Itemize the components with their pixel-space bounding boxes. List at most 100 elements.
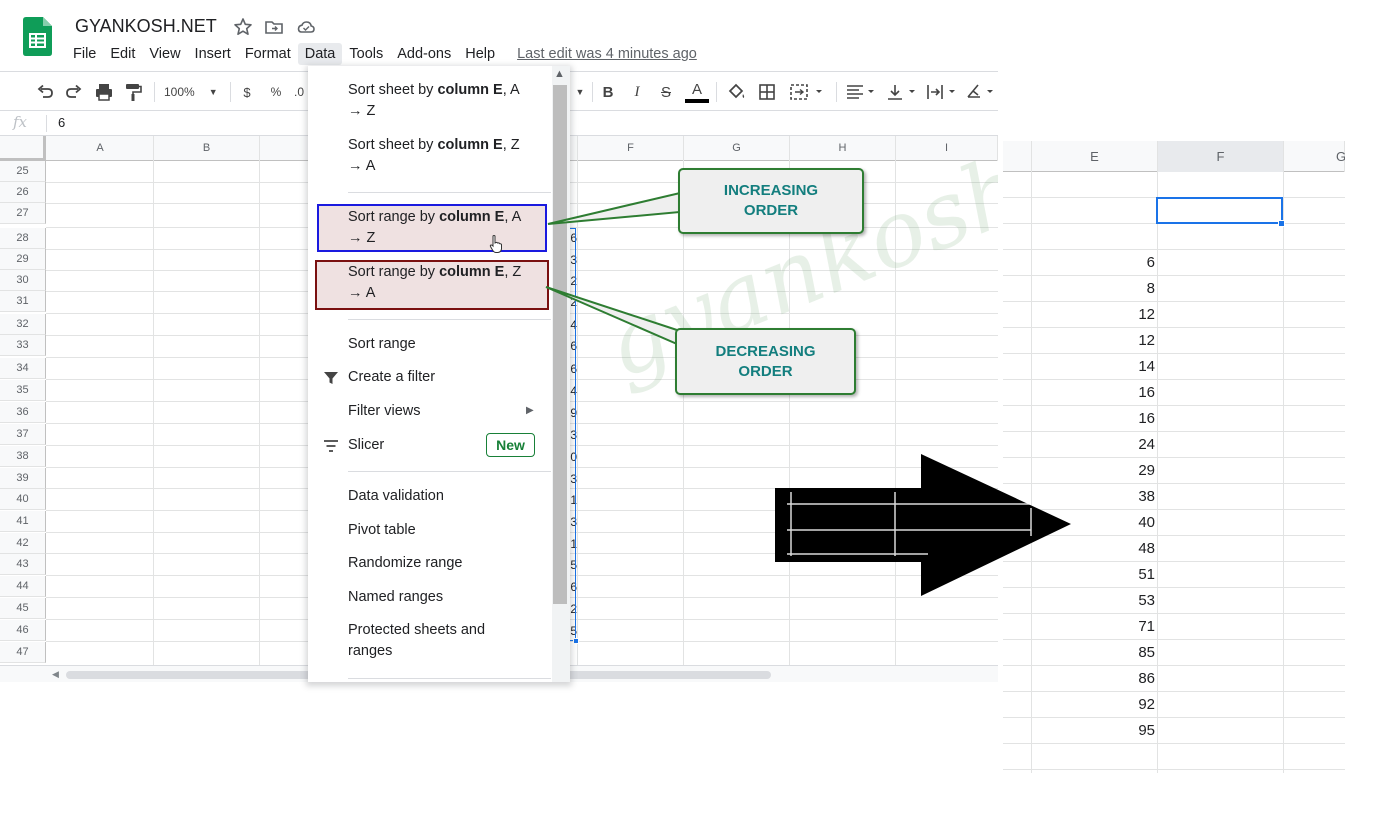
redo-icon[interactable] xyxy=(63,81,85,103)
select-all-corner[interactable] xyxy=(0,136,46,161)
menu-item-column: column E xyxy=(437,137,503,153)
menu-item-pivot-table[interactable]: Pivot table xyxy=(348,520,533,541)
italic-button[interactable]: I xyxy=(627,81,647,103)
result-column-header-g[interactable]: G xyxy=(1284,141,1345,172)
column-header-h[interactable]: H xyxy=(790,136,896,161)
row-header[interactable]: 39 xyxy=(0,468,46,489)
menu-help[interactable]: Help xyxy=(458,43,502,65)
strikethrough-button[interactable]: S xyxy=(656,81,676,103)
row-header[interactable]: 30 xyxy=(0,270,46,291)
sheets-logo-icon[interactable] xyxy=(23,17,52,56)
gridline xyxy=(259,161,260,665)
menu-insert[interactable]: Insert xyxy=(188,43,238,65)
decrease-decimal-button[interactable]: .0 xyxy=(294,81,308,103)
row-header[interactable]: 38 xyxy=(0,446,46,467)
row-header[interactable]: 43 xyxy=(0,554,46,575)
bold-button[interactable]: B xyxy=(598,81,618,103)
column-header-i[interactable]: I xyxy=(896,136,998,161)
menu-item-create-filter[interactable]: Create a filter xyxy=(348,367,533,388)
currency-format-button[interactable]: $ xyxy=(238,81,256,103)
print-icon[interactable] xyxy=(93,81,115,103)
paint-format-icon[interactable] xyxy=(122,81,144,103)
row-header[interactable]: 27 xyxy=(0,203,46,224)
menu-item-text: Protected sheets and xyxy=(348,622,486,638)
menu-addons[interactable]: Add-ons xyxy=(390,43,458,65)
new-badge: New xyxy=(486,433,535,457)
row-header[interactable]: 44 xyxy=(0,576,46,597)
toolbar-divider xyxy=(716,82,717,102)
column-header-f[interactable]: F xyxy=(578,136,684,161)
fill-color-icon[interactable] xyxy=(725,81,747,103)
menu-item-randomize-range[interactable]: Randomize range xyxy=(348,553,533,574)
last-edit-link[interactable]: Last edit was 4 minutes ago xyxy=(517,46,697,62)
gridline xyxy=(1157,172,1158,773)
row-header[interactable]: 29 xyxy=(0,249,46,270)
row-header[interactable]: 46 xyxy=(0,620,46,641)
column-header-b[interactable]: B xyxy=(154,136,260,161)
row-header[interactable]: 26 xyxy=(0,182,46,203)
menu-tools[interactable]: Tools xyxy=(342,43,390,65)
row-header[interactable]: 45 xyxy=(0,598,46,619)
result-fill-handle[interactable] xyxy=(1278,220,1285,227)
text-rotation-icon[interactable] xyxy=(964,81,998,103)
row-header[interactable]: 42 xyxy=(0,533,46,554)
move-folder-icon[interactable] xyxy=(264,17,284,37)
result-selected-cell[interactable] xyxy=(1156,197,1283,224)
menu-item-protected-sheets[interactable]: Protected sheets and ranges xyxy=(348,620,533,662)
menu-file[interactable]: File xyxy=(66,43,103,65)
scroll-up-icon[interactable]: ▲ xyxy=(554,68,565,80)
scroll-left-icon[interactable]: ◀ xyxy=(52,669,59,680)
menu-data[interactable]: Data xyxy=(297,43,343,65)
zoom-select[interactable]: 100% ▼ xyxy=(164,81,224,103)
row-header[interactable]: 31 xyxy=(0,291,46,312)
borders-icon[interactable] xyxy=(756,81,778,103)
star-icon[interactable] xyxy=(233,17,253,37)
column-header-g[interactable]: G xyxy=(684,136,790,161)
row-header[interactable]: 36 xyxy=(0,402,46,423)
percent-format-button[interactable]: % xyxy=(267,81,285,103)
row-header[interactable]: 32 xyxy=(0,314,46,335)
row-header[interactable]: 37 xyxy=(0,424,46,445)
merge-cells-icon[interactable] xyxy=(787,81,825,103)
undo-icon[interactable] xyxy=(34,81,56,103)
result-column-header-e[interactable]: E xyxy=(1032,141,1158,172)
fx-label: fx xyxy=(13,113,28,131)
menu-scrollbar-thumb[interactable] xyxy=(553,85,567,604)
menu-item-sort-sheet-asc[interactable]: Sort sheet by column E, A → Z xyxy=(348,80,533,122)
submenu-arrow-icon: ▶ xyxy=(526,405,534,416)
formula-input[interactable]: 6 xyxy=(58,115,65,130)
text-color-button[interactable]: A xyxy=(684,81,710,103)
row-header[interactable]: 28 xyxy=(0,228,46,249)
column-header-a[interactable]: A xyxy=(47,136,154,161)
menu-item-named-ranges[interactable]: Named ranges xyxy=(348,587,533,608)
font-size-chevron-icon[interactable]: ▼ xyxy=(574,81,586,103)
menu-item-data-validation[interactable]: Data validation xyxy=(348,486,533,507)
menu-edit[interactable]: Edit xyxy=(103,43,142,65)
callout-text: INCREASING xyxy=(723,182,819,199)
row-header[interactable]: 41 xyxy=(0,511,46,532)
menu-item-sort-range-desc[interactable]: Sort range by column E, Z → A xyxy=(348,262,533,304)
result-column-header-f[interactable]: F xyxy=(1158,141,1284,172)
menu-item-filter-views[interactable]: Filter views xyxy=(348,401,533,422)
row-header[interactable]: 35 xyxy=(0,380,46,401)
row-header[interactable]: 33 xyxy=(0,335,46,356)
row-header[interactable]: 25 xyxy=(0,161,46,182)
row-header[interactable]: 40 xyxy=(0,489,46,510)
row-header[interactable]: 34 xyxy=(0,358,46,379)
document-title[interactable]: GYANKOSH.NET xyxy=(75,16,217,37)
menu-item-sort-sheet-desc[interactable]: Sort sheet by column E, Z → A xyxy=(348,135,533,177)
menu-item-column: column E xyxy=(439,264,505,280)
horizontal-align-icon[interactable] xyxy=(843,81,879,103)
menu-format[interactable]: Format xyxy=(238,43,298,65)
row-header[interactable]: 47 xyxy=(0,642,46,663)
text-wrapping-icon[interactable] xyxy=(924,81,960,103)
right-arrow-icon xyxy=(775,454,1071,596)
result-column-header-blank xyxy=(1003,141,1032,172)
menu-item-sort-range[interactable]: Sort range xyxy=(348,334,533,355)
sorted-cell: 12 xyxy=(1138,332,1155,349)
fill-handle[interactable] xyxy=(573,638,579,644)
cloud-saved-icon[interactable] xyxy=(296,17,316,37)
menu-item-sort-range-asc[interactable]: Sort range by column E, A → Z xyxy=(348,207,533,249)
vertical-align-icon[interactable] xyxy=(884,81,920,103)
menu-view[interactable]: View xyxy=(142,43,187,65)
